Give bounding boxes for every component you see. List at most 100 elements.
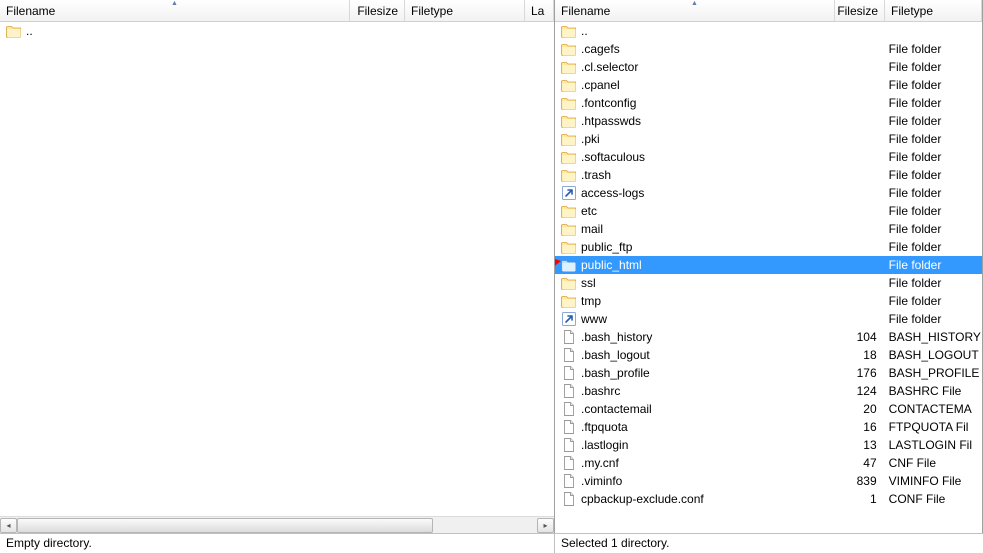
list-item[interactable]: .lastlogin 13LASTLOGIN Fil <box>555 436 982 454</box>
list-item[interactable]: .pkiFile folder <box>555 130 982 148</box>
local-file-list[interactable]: .. <box>0 22 554 516</box>
file-name: .viminfo <box>581 474 622 488</box>
list-item[interactable]: .htpasswdsFile folder <box>555 112 982 130</box>
file-type: LASTLOGIN Fil <box>883 438 982 452</box>
list-item[interactable]: mail File folder <box>555 220 982 238</box>
file-name: .. <box>581 24 588 38</box>
list-item[interactable]: public_htmlFile folder <box>555 256 982 274</box>
local-status: Empty directory. <box>0 534 555 553</box>
col-filesize[interactable]: Filesize <box>835 0 885 21</box>
scroll-left-button[interactable]: ◂ <box>0 518 17 533</box>
file-name: .cpanel <box>581 78 620 92</box>
list-item[interactable]: .cagefsFile folder <box>555 40 982 58</box>
col-filetype[interactable]: Filetype <box>405 0 525 21</box>
local-column-headers: ▲ Filename Filesize Filetype La <box>0 0 554 22</box>
file-type: BASH_LOGOUT <box>883 348 982 362</box>
file-name: etc <box>581 204 597 218</box>
list-item[interactable]: .. <box>0 22 554 40</box>
list-item[interactable]: .bash_logout18BASH_LOGOUT <box>555 346 982 364</box>
sort-asc-icon: ▲ <box>691 0 698 7</box>
list-item[interactable]: .. <box>555 22 982 40</box>
col-filename-label: Filename <box>6 4 55 18</box>
col-filesize-label: Filesize <box>837 4 878 18</box>
list-item[interactable]: .bash_profile176BASH_PROFILE <box>555 364 982 382</box>
file-type: File folder <box>883 168 982 182</box>
list-item[interactable]: etc File folder <box>555 202 982 220</box>
col-filetype-label: Filetype <box>411 4 453 18</box>
list-item[interactable]: .trash File folder <box>555 166 982 184</box>
file-size: 124 <box>833 384 883 398</box>
file-type: File folder <box>883 222 982 236</box>
file-size: 176 <box>833 366 883 380</box>
col-filesize[interactable]: Filesize <box>350 0 405 21</box>
file-type: VIMINFO File <box>883 474 982 488</box>
list-item[interactable]: .fontconfigFile folder <box>555 94 982 112</box>
file-type: File folder <box>883 78 982 92</box>
list-item[interactable]: .cpanel File folder <box>555 76 982 94</box>
list-item[interactable]: .bash_history 104BASH_HISTORY <box>555 328 982 346</box>
file-name: www <box>581 312 607 326</box>
list-item[interactable]: access-logs File folder <box>555 184 982 202</box>
file-size: 13 <box>833 438 883 452</box>
list-item[interactable]: cpbackup-exclude.conf1CONF File <box>555 490 982 508</box>
list-item[interactable]: .cl.selectorFile folder <box>555 58 982 76</box>
list-item[interactable]: .bashrc124BASHRC File <box>555 382 982 400</box>
file-name: .my.cnf <box>581 456 619 470</box>
file-name: .bash_profile <box>581 366 650 380</box>
list-item[interactable]: .ftpquota 16FTPQUOTA Fil <box>555 418 982 436</box>
list-item[interactable]: .my.cnf 47CNF File <box>555 454 982 472</box>
file-name: public_ftp <box>581 240 632 254</box>
file-type: File folder <box>883 42 982 56</box>
file-name: access-logs <box>581 186 644 200</box>
file-type: File folder <box>883 240 982 254</box>
remote-file-list[interactable]: .. .cagefsFile folder.cl.selectorFile fol… <box>555 22 982 533</box>
col-filename[interactable]: ▲ Filename <box>555 0 835 21</box>
file-name: .lastlogin <box>581 438 628 452</box>
file-type: File folder <box>883 150 982 164</box>
file-type: CONF File <box>883 492 982 506</box>
file-name: public_html <box>581 258 642 272</box>
col-filesize-label: Filesize <box>357 4 398 18</box>
list-item[interactable]: .contactemail20CONTACTEMA <box>555 400 982 418</box>
col-lastmod[interactable]: La <box>525 0 554 21</box>
file-name: .trash <box>581 168 611 182</box>
file-type: File folder <box>883 276 982 290</box>
file-size: 1 <box>833 492 883 506</box>
file-size: 18 <box>833 348 883 362</box>
scroll-track[interactable] <box>17 518 537 533</box>
col-lastmod-label: La <box>531 4 544 18</box>
col-filetype-label: Filetype <box>891 4 933 18</box>
list-item[interactable]: wwwFile folder <box>555 310 982 328</box>
list-item[interactable]: public_ftp File folder <box>555 238 982 256</box>
file-type: File folder <box>883 132 982 146</box>
col-filename-label: Filename <box>561 4 610 18</box>
file-name: .bashrc <box>581 384 620 398</box>
file-name: .ftpquota <box>581 420 628 434</box>
file-type: FTPQUOTA Fil <box>883 420 982 434</box>
file-type: CNF File <box>883 456 982 470</box>
file-type: File folder <box>883 114 982 128</box>
file-type: File folder <box>883 204 982 218</box>
file-name: .. <box>26 24 33 38</box>
file-size: 16 <box>833 420 883 434</box>
file-name: .bash_history <box>581 330 652 344</box>
col-filename[interactable]: ▲ Filename <box>0 0 350 21</box>
file-type: File folder <box>883 60 982 74</box>
list-item[interactable]: tmpFile folder <box>555 292 982 310</box>
list-item[interactable]: .viminfo839VIMINFO File <box>555 472 982 490</box>
col-filetype[interactable]: Filetype <box>885 0 982 21</box>
list-item[interactable]: .softaculousFile folder <box>555 148 982 166</box>
file-type: File folder <box>883 186 982 200</box>
file-type: BASH_HISTORY <box>883 330 982 344</box>
file-size: 104 <box>833 330 883 344</box>
sort-asc-icon: ▲ <box>171 0 178 7</box>
scroll-thumb[interactable] <box>17 518 433 533</box>
scroll-right-button[interactable]: ▸ <box>537 518 554 533</box>
file-name: mail <box>581 222 603 236</box>
file-name: .contactemail <box>581 402 652 416</box>
file-size: 47 <box>833 456 883 470</box>
file-type: File folder <box>883 294 982 308</box>
local-h-scrollbar[interactable]: ◂ ▸ <box>0 516 554 533</box>
file-name: ssl <box>581 276 596 290</box>
list-item[interactable]: ssl File folder <box>555 274 982 292</box>
